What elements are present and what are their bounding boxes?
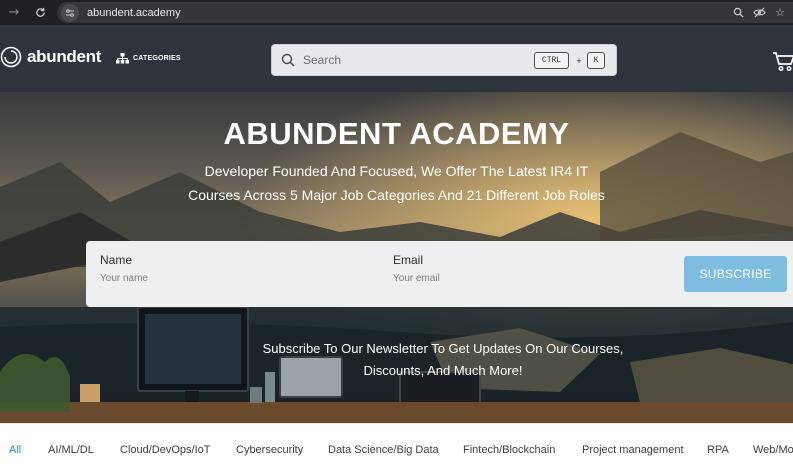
email-field[interactable] bbox=[393, 273, 593, 284]
reload-icon[interactable] bbox=[28, 1, 52, 25]
eye-slash-icon[interactable] bbox=[753, 7, 766, 18]
newsletter-text-line-2: Discounts, And Much More! bbox=[363, 363, 523, 378]
back-arrow-icon[interactable]: → bbox=[2, 1, 26, 25]
tab-all[interactable]: All bbox=[9, 444, 21, 456]
address-bar[interactable]: abundent.academy ☆ bbox=[57, 2, 793, 23]
tab-ai-ml-dl[interactable]: AI/ML/DL bbox=[48, 444, 94, 456]
url-text[interactable]: abundent.academy bbox=[87, 7, 181, 19]
sitemap-icon bbox=[116, 53, 129, 64]
search-icon bbox=[281, 53, 295, 67]
zoom-icon[interactable] bbox=[733, 7, 744, 18]
browser-toolbar: → abundent.academy ☆ bbox=[0, 0, 793, 25]
hero-subtitle-line-1: Developer Founded And Focused, We Offer … bbox=[204, 163, 589, 179]
tab-web-mobile[interactable]: Web/Mo bbox=[753, 444, 793, 456]
categories-menu[interactable]: CATEGORIES bbox=[116, 53, 181, 64]
tab-data-science-big-data[interactable]: Data Science/Big Data bbox=[328, 444, 439, 456]
tab-rpa[interactable]: RPA bbox=[707, 444, 729, 456]
bookmark-star-icon[interactable]: ☆ bbox=[775, 6, 785, 19]
subscribe-form: Name Email SUBSCRIBE bbox=[86, 241, 793, 307]
logo-icon bbox=[0, 46, 22, 68]
tab-project-management[interactable]: Project management bbox=[582, 444, 684, 456]
tab-cybersecurity[interactable]: Cybersecurity bbox=[236, 444, 303, 456]
search-box[interactable]: CTRL + K bbox=[271, 44, 617, 76]
hero-subtitle-line-2: Courses Across 5 Major Job Categories An… bbox=[188, 187, 605, 203]
shortcut-ctrl-key: CTRL bbox=[534, 52, 569, 69]
hero-banner: ABUNDENT ACADEMY Developer Founded And F… bbox=[0, 92, 793, 423]
category-tabs: All AI/ML/DL Cloud/DevOps/IoT Cybersecur… bbox=[0, 423, 793, 469]
tab-fintech-blockchain[interactable]: Fintech/Blockchain bbox=[463, 444, 555, 456]
tab-cloud-devops-iot[interactable]: Cloud/DevOps/IoT bbox=[120, 444, 210, 456]
hero-title: ABUNDENT ACADEMY bbox=[223, 116, 570, 151]
search-input[interactable] bbox=[303, 53, 503, 67]
cart-icon[interactable] bbox=[772, 49, 793, 73]
categories-label: CATEGORIES bbox=[133, 55, 181, 62]
subscribe-button[interactable]: SUBSCRIBE bbox=[684, 256, 787, 292]
name-field[interactable] bbox=[100, 273, 300, 284]
site-info-icon[interactable] bbox=[61, 3, 79, 22]
name-label: Name bbox=[100, 253, 133, 267]
site-header: abundent CATEGORIES CTRL + K bbox=[0, 25, 793, 92]
logo[interactable]: abundent bbox=[0, 46, 101, 68]
shortcut-plus: + bbox=[576, 55, 582, 66]
newsletter-text-line-1: Subscribe To Our Newsletter To Get Updat… bbox=[262, 341, 624, 356]
logo-text: abundent bbox=[27, 47, 102, 66]
shortcut-k-key: K bbox=[587, 52, 605, 69]
email-label: Email bbox=[393, 253, 424, 267]
